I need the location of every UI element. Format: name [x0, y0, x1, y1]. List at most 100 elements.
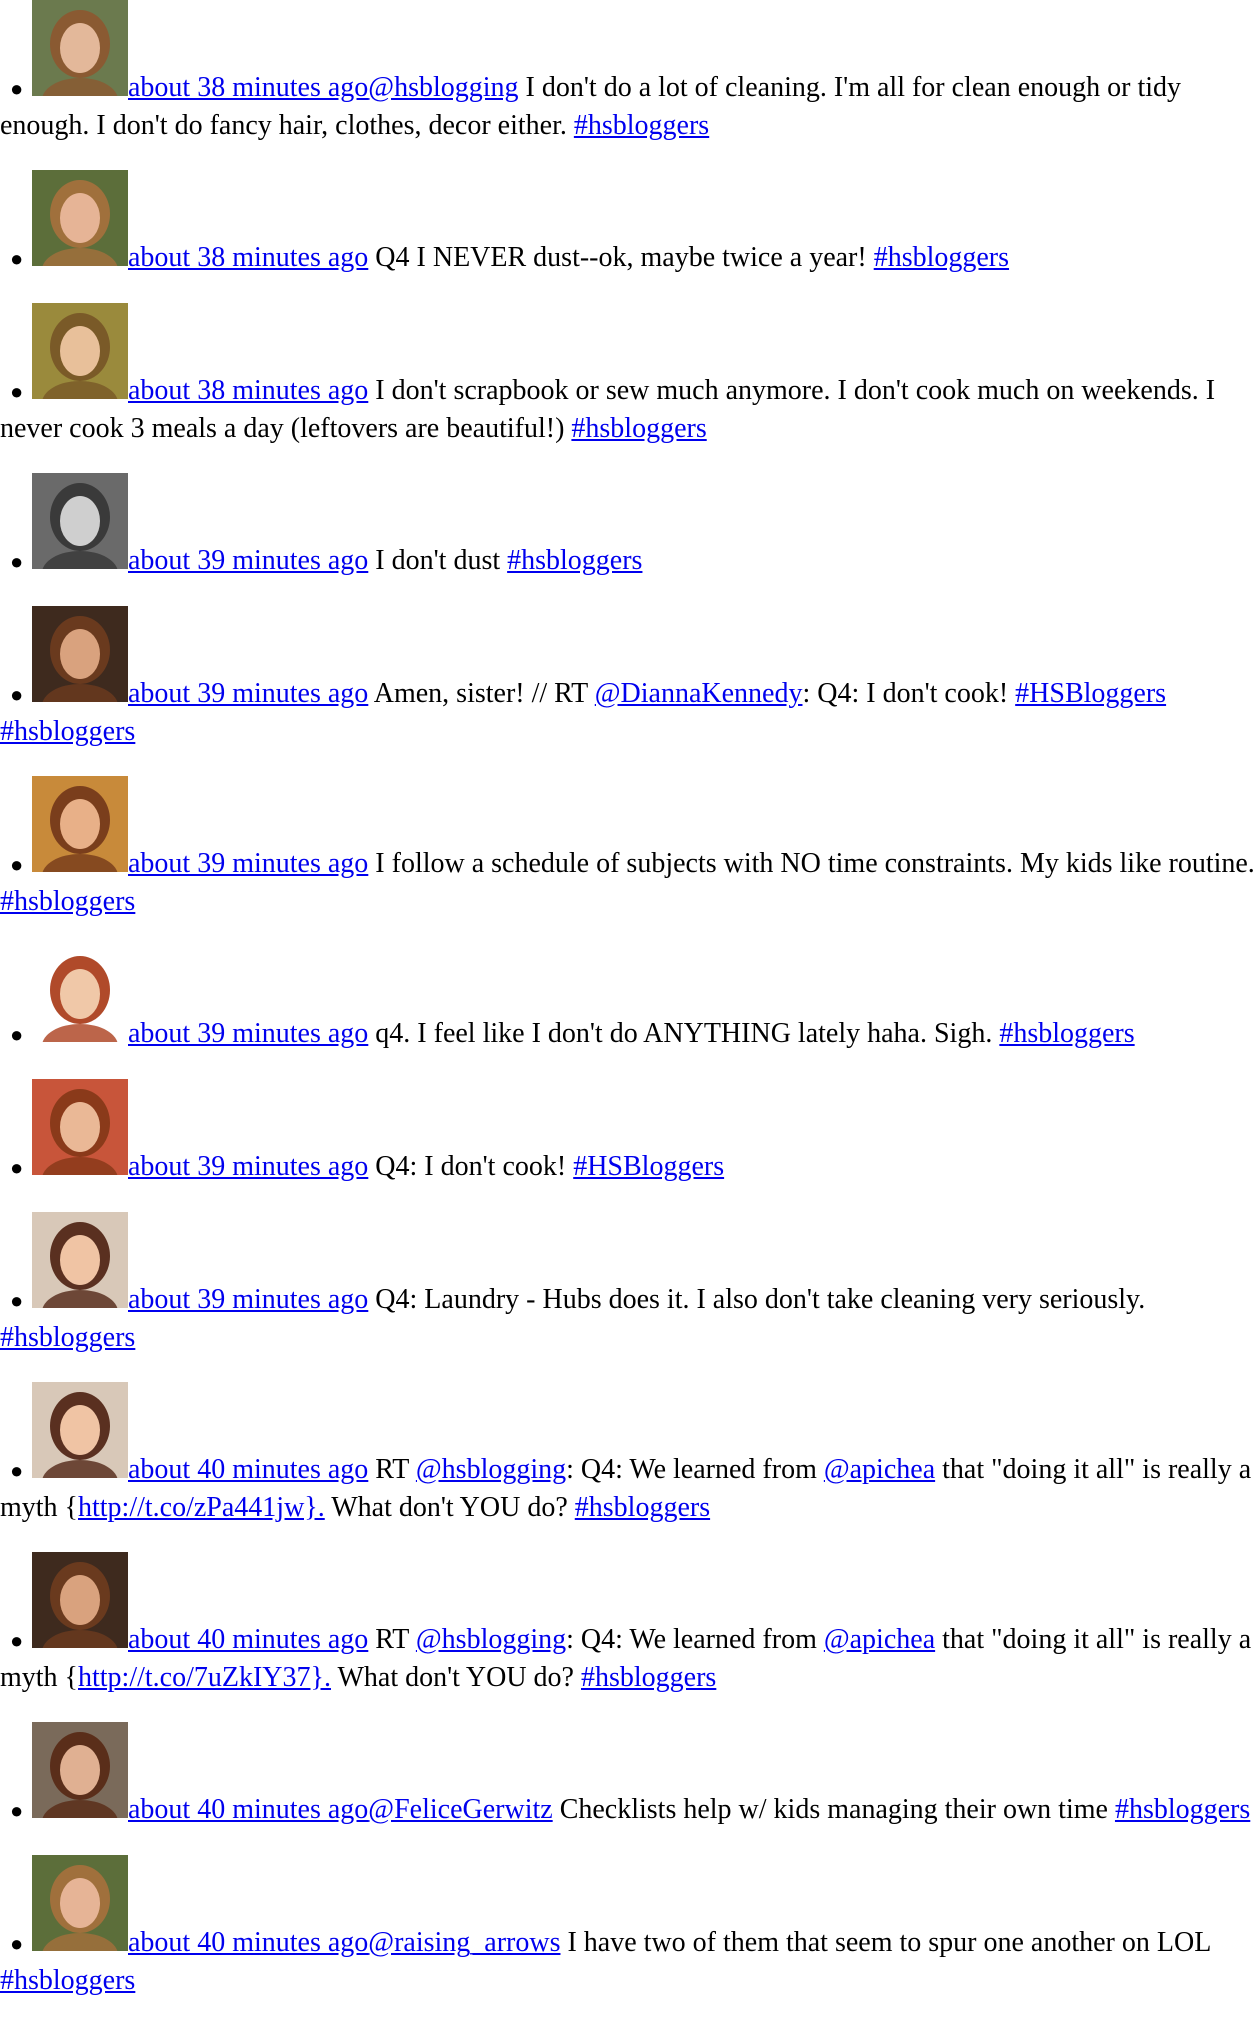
- tweet-timestamp-link[interactable]: about 40 minutes ago: [128, 1927, 368, 1958]
- hashtag-link[interactable]: #hsbloggers: [581, 1662, 716, 1693]
- mention-link[interactable]: @DiannaKennedy: [595, 678, 803, 709]
- list-bullet: ●: [10, 1628, 24, 1653]
- tweet-timestamp-link[interactable]: about 39 minutes ago: [128, 1151, 368, 1182]
- mention-link[interactable]: @apichea: [824, 1454, 935, 1485]
- list-bullet: ●: [10, 1458, 24, 1483]
- tweet-item: ● about 40 minutes ago@FeliceGerwitz Chec…: [0, 1722, 1258, 1855]
- hashtag-link[interactable]: #hsbloggers: [874, 242, 1009, 273]
- tweet-body: ● about 38 minutes ago Q4 I NEVER dust--o…: [0, 170, 1258, 277]
- tweet-item: ● about 40 minutes ago RT @hsblogging: Q4…: [0, 1552, 1258, 1722]
- tweet-body: ● about 39 minutes ago Q4: Laundry - Hubs…: [0, 1212, 1258, 1356]
- tweet-timestamp-link[interactable]: about 40 minutes ago: [128, 1794, 368, 1825]
- tweet-item: ● about 39 minutes ago Amen, sister! // R…: [0, 606, 1258, 776]
- tweet-body: ● about 39 minutes ago I don't dust #hsbl…: [0, 473, 1258, 580]
- tweet-item: ● about 40 minutes ago@raising_arrows I h…: [0, 1855, 1258, 2025]
- item-spacer: [0, 1356, 1258, 1382]
- list-bullet: ●: [10, 1155, 24, 1180]
- tweet-body: ● about 39 minutes ago q4. I feel like I …: [0, 946, 1258, 1053]
- avatar[interactable]: [32, 473, 128, 569]
- avatar[interactable]: [32, 1079, 128, 1175]
- tweet-timestamp-link[interactable]: about 39 minutes ago: [128, 1018, 368, 1049]
- tweet-timestamp-link[interactable]: about 38 minutes ago: [128, 375, 368, 406]
- tweet-item: ● about 39 minutes ago I follow a schedul…: [0, 776, 1258, 946]
- tweet-timestamp-link[interactable]: about 39 minutes ago: [128, 848, 368, 879]
- avatar[interactable]: [32, 170, 128, 266]
- list-bullet: ●: [10, 549, 24, 574]
- hashtag-link[interactable]: #hsbloggers: [1115, 1794, 1250, 1825]
- tweet-text-segment: Q4: I don't cook!: [368, 1151, 574, 1182]
- mention-link[interactable]: @hsblogging: [416, 1454, 566, 1485]
- hashtag-link[interactable]: #hsbloggers: [0, 886, 135, 917]
- avatar[interactable]: [32, 1552, 128, 1648]
- tweet-body: ● about 39 minutes ago Q4: I don't cook! …: [0, 1079, 1258, 1186]
- item-spacer: [0, 1526, 1258, 1552]
- hashtag-link[interactable]: #HSBloggers: [1015, 678, 1166, 709]
- hashtag-link[interactable]: #hsbloggers: [0, 716, 135, 747]
- item-spacer: [0, 1186, 1258, 1212]
- tweet-timestamp-link[interactable]: about 38 minutes ago: [128, 242, 368, 273]
- mention-link[interactable]: @hsblogging: [368, 72, 518, 103]
- tweet-item: ● about 40 minutes ago RT @hsblogging: Q4…: [0, 1382, 1258, 1552]
- item-spacer: [0, 277, 1258, 303]
- tweet-text-segment: Amen, sister! // RT: [368, 678, 595, 709]
- avatar[interactable]: [32, 1855, 128, 1951]
- mention-link[interactable]: @raising_arrows: [368, 1927, 560, 1958]
- avatar[interactable]: [32, 946, 128, 1042]
- tweet-timestamp-link[interactable]: about 39 minutes ago: [128, 678, 368, 709]
- avatar[interactable]: [32, 1212, 128, 1308]
- list-bullet: ●: [10, 852, 24, 877]
- tweet-text-segment: Q4 I NEVER dust--ok, maybe twice a year!: [368, 242, 874, 273]
- list-bullet: ●: [10, 1931, 24, 1956]
- tweet-item: ● about 38 minutes ago@hsblogging I don't…: [0, 0, 1258, 170]
- mention-link[interactable]: @apichea: [824, 1624, 935, 1655]
- tweet-timestamp-link[interactable]: about 39 minutes ago: [128, 1284, 368, 1315]
- item-spacer: [0, 1829, 1258, 1855]
- tweet-feed: ● about 38 minutes ago@hsblogging I don't…: [0, 0, 1258, 2025]
- tweet-text-segment: RT: [368, 1624, 416, 1655]
- tweet-body: ● about 38 minutes ago I don't scrapbook …: [0, 303, 1258, 447]
- hashtag-link[interactable]: #hsbloggers: [574, 110, 709, 141]
- tweet-body: ● about 40 minutes ago RT @hsblogging: Q4…: [0, 1552, 1258, 1696]
- tweet-text-segment: Checklists help w/ kids managing their o…: [552, 1794, 1115, 1825]
- tweet-text-segment: : Q4: We learned from: [566, 1624, 824, 1655]
- hashtag-link[interactable]: #hsbloggers: [0, 1322, 135, 1353]
- tweet-timestamp-link[interactable]: about 38 minutes ago: [128, 72, 368, 103]
- tweet-text-segment: I don't dust: [368, 545, 508, 576]
- hashtag-link[interactable]: #hsbloggers: [999, 1018, 1134, 1049]
- tweet-timestamp-link[interactable]: about 40 minutes ago: [128, 1624, 368, 1655]
- tweet-body: ● about 39 minutes ago I follow a schedul…: [0, 776, 1258, 920]
- tweet-text-segment: : Q4: I don't cook!: [802, 678, 1016, 709]
- item-spacer: [0, 580, 1258, 606]
- tweet-text-segment: : Q4: We learned from: [566, 1454, 824, 1485]
- mention-link[interactable]: @FeliceGerwitz: [368, 1794, 552, 1825]
- url-link[interactable]: http://t.co/7uZkIY37}.: [78, 1662, 331, 1693]
- item-spacer: [0, 447, 1258, 473]
- tweet-body: ● about 39 minutes ago Amen, sister! // R…: [0, 606, 1258, 750]
- hashtag-link[interactable]: #hsbloggers: [571, 413, 706, 444]
- avatar[interactable]: [32, 0, 128, 96]
- tweet-body: ● about 40 minutes ago@raising_arrows I h…: [0, 1855, 1258, 1999]
- hashtag-link[interactable]: #hsbloggers: [507, 545, 642, 576]
- tweet-item: ● about 38 minutes ago I don't scrapbook …: [0, 303, 1258, 473]
- list-bullet: ●: [10, 76, 24, 101]
- tweet-item: ● about 38 minutes ago Q4 I NEVER dust--o…: [0, 170, 1258, 303]
- tweet-item: ● about 39 minutes ago I don't dust #hsbl…: [0, 473, 1258, 606]
- tweet-timestamp-link[interactable]: about 39 minutes ago: [128, 545, 368, 576]
- list-bullet: ●: [10, 246, 24, 271]
- url-link[interactable]: http://t.co/zPa441jw}.: [78, 1492, 325, 1523]
- list-bullet: ●: [10, 1288, 24, 1313]
- avatar[interactable]: [32, 303, 128, 399]
- hashtag-link[interactable]: #hsbloggers: [575, 1492, 710, 1523]
- tweet-body: ● about 40 minutes ago RT @hsblogging: Q4…: [0, 1382, 1258, 1526]
- hashtag-link[interactable]: #hsbloggers: [0, 1965, 135, 1996]
- hashtag-link[interactable]: #HSBloggers: [573, 1151, 724, 1182]
- avatar[interactable]: [32, 1722, 128, 1818]
- mention-link[interactable]: @hsblogging: [416, 1624, 566, 1655]
- avatar[interactable]: [32, 776, 128, 872]
- tweet-text-segment: I follow a schedule of subjects with NO …: [368, 848, 1255, 879]
- tweet-timestamp-link[interactable]: about 40 minutes ago: [128, 1454, 368, 1485]
- avatar[interactable]: [32, 606, 128, 702]
- tweet-text-segment: q4. I feel like I don't do ANYTHING late…: [368, 1018, 1000, 1049]
- avatar[interactable]: [32, 1382, 128, 1478]
- item-spacer: [0, 750, 1258, 776]
